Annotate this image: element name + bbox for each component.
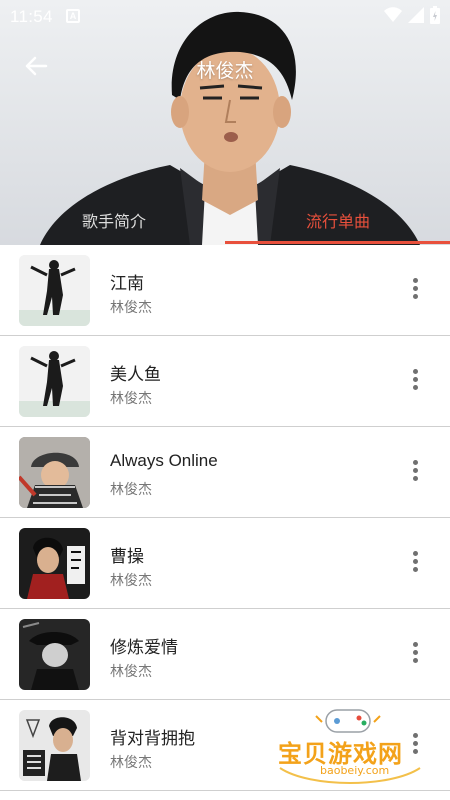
tab-artist-intro[interactable]: 歌手简介 <box>82 208 146 232</box>
wifi-icon <box>384 7 402 22</box>
artist-header: 11:54 A 林俊杰 歌手简介 流行单曲 <box>0 0 450 245</box>
more-options-icon[interactable] <box>404 457 426 487</box>
album-cover <box>19 437 90 508</box>
song-title: Always Online <box>110 451 218 470</box>
song-artist: 林俊杰 <box>110 754 152 770</box>
song-row-0[interactable]: 江南 林俊杰 <box>0 245 450 336</box>
tab-popular-singles[interactable]: 流行单曲 <box>306 208 370 232</box>
status-bar: 11:54 A <box>0 0 450 32</box>
album-cover <box>19 346 90 417</box>
watermark-logo: 宝贝游戏网 baobeiy.com <box>270 706 430 786</box>
more-options-icon[interactable] <box>404 366 426 396</box>
album-cover <box>19 619 90 690</box>
signal-icon <box>408 7 424 23</box>
song-title: 修炼爱情 <box>110 638 178 657</box>
song-title: 美人鱼 <box>110 365 161 384</box>
song-artist: 林俊杰 <box>110 572 152 588</box>
song-artist: 林俊杰 <box>110 663 152 679</box>
status-time: 11:54 <box>10 7 53 26</box>
tab-indicator <box>225 241 450 244</box>
notification-icon: A <box>66 9 80 23</box>
more-options-icon[interactable] <box>404 639 426 669</box>
album-cover <box>19 710 90 781</box>
artist-name-title: 林俊杰 <box>196 61 254 82</box>
song-title: 背对背拥抱 <box>110 729 195 748</box>
album-cover <box>19 255 90 326</box>
song-row-1[interactable]: 美人鱼 林俊杰 <box>0 336 450 427</box>
song-artist: 林俊杰 <box>110 390 152 406</box>
album-cover <box>19 528 90 599</box>
watermark-url: baobeiy.com <box>320 764 390 777</box>
status-icons <box>384 6 440 24</box>
song-row-2[interactable]: Always Online 林俊杰 <box>0 427 450 518</box>
song-row-3[interactable]: 曹操 林俊杰 <box>0 518 450 609</box>
more-options-icon[interactable] <box>404 275 426 305</box>
battery-icon <box>430 6 440 24</box>
tab-bar: 歌手简介 流行单曲 <box>0 200 450 245</box>
song-artist: 林俊杰 <box>110 299 152 315</box>
song-artist: 林俊杰 <box>110 481 152 497</box>
more-options-icon[interactable] <box>404 548 426 578</box>
song-title: 曹操 <box>110 547 144 566</box>
song-row-4[interactable]: 修炼爱情 林俊杰 <box>0 609 450 700</box>
song-title: 江南 <box>110 274 144 293</box>
